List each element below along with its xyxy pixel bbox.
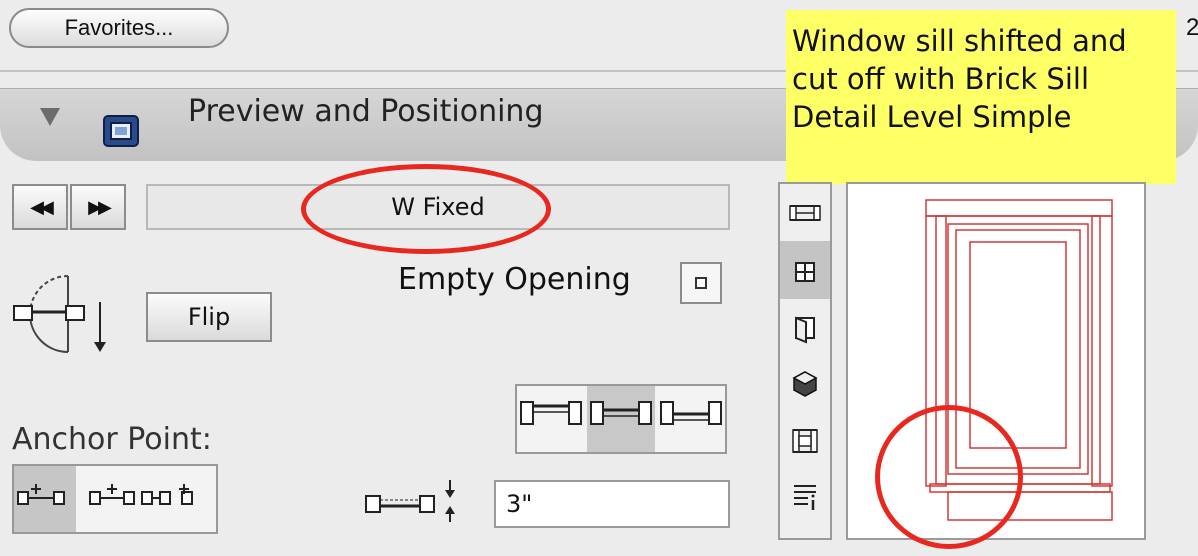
detail-section-icon xyxy=(792,429,818,453)
fast-forward-icon: ▶▶ xyxy=(88,196,112,218)
section-view-tab[interactable] xyxy=(780,300,830,356)
anchor-left-button[interactable] xyxy=(14,466,76,532)
3d-view-tab[interactable] xyxy=(780,356,830,412)
empty-opening-checkbox[interactable] xyxy=(680,262,722,304)
anchor-right-button[interactable] xyxy=(138,466,216,532)
disclosure-triangle-icon[interactable] xyxy=(40,108,60,126)
rewind-icon: ◀◀ xyxy=(30,196,54,218)
sill-offset-input[interactable]: 3" xyxy=(494,480,730,528)
flip-button[interactable]: Flip xyxy=(146,292,272,342)
list-info-icon xyxy=(794,485,816,510)
favorites-button[interactable]: Favorites... xyxy=(9,8,229,48)
detail-view-tab[interactable] xyxy=(780,412,830,470)
sill-offset-icon xyxy=(362,476,474,530)
cube-3d-icon xyxy=(792,371,818,397)
floor-plan-view-tab[interactable] xyxy=(780,184,830,240)
section-title: Preview and Positioning xyxy=(188,94,544,129)
window-elevation-icon xyxy=(795,262,815,282)
sill-position-left-button[interactable] xyxy=(517,386,585,452)
sill-issue-highlight-ring xyxy=(875,405,1023,549)
elevation-view-tab[interactable] xyxy=(780,241,830,299)
favorites-button-label: Favorites... xyxy=(64,15,174,40)
sill-right-icon xyxy=(660,401,722,425)
anchor-left-icon xyxy=(17,484,65,505)
sill-offset-value: 3" xyxy=(506,490,533,518)
anchor-point-label: Anchor Point: xyxy=(12,422,212,457)
anchor-right-icon xyxy=(141,484,193,505)
floor-plan-icon xyxy=(789,205,821,221)
empty-opening-square-icon xyxy=(695,277,707,289)
sill-left-icon xyxy=(520,401,582,425)
anchor-center-icon xyxy=(89,484,135,505)
window-object-icon xyxy=(100,108,144,156)
empty-opening-label: Empty Opening xyxy=(398,262,631,297)
open-sash-icon xyxy=(795,316,815,344)
opening-direction-icon xyxy=(10,268,120,362)
sill-position-right-button[interactable] xyxy=(657,386,725,452)
anchor-center-button[interactable] xyxy=(76,466,138,532)
annotation-note: Window sill shifted and cut off with Bri… xyxy=(786,10,1176,184)
list-view-tab[interactable] xyxy=(780,470,830,526)
previous-object-button[interactable]: ◀◀ xyxy=(12,184,68,230)
object-name-highlight-ring xyxy=(301,164,551,254)
sill-position-center-button[interactable] xyxy=(587,386,655,452)
toolbar-edge-text: 2 xyxy=(1186,14,1198,41)
sill-center-icon xyxy=(590,401,652,425)
annotation-note-text: Window sill shifted and cut off with Bri… xyxy=(792,24,1127,134)
flip-button-label: Flip xyxy=(187,303,231,331)
next-object-button[interactable]: ▶▶ xyxy=(70,184,126,230)
